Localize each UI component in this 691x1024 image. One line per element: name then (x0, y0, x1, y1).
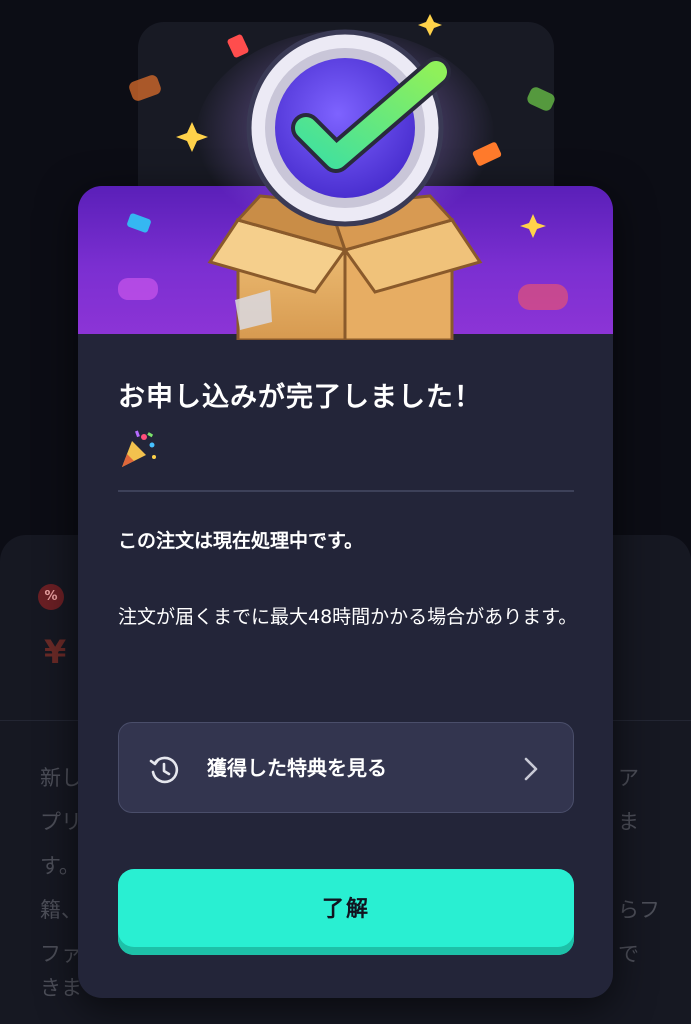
bg-text-line: 籍、 (40, 898, 82, 922)
dialog-body: お申し込みが完了しました！ この注文は現在処理中です。 注文が届くまでに最大48… (78, 334, 613, 998)
bg-text-line: らフ (618, 898, 660, 922)
delivery-notice-text: 注文が届くまでに最大48時間かかる場合があります。 (118, 606, 578, 628)
bg-text-line: ア (618, 766, 639, 790)
bg-text-line: 新し (40, 766, 82, 790)
bg-text-line: で (618, 942, 639, 966)
discount-icon: % (38, 584, 64, 610)
history-icon (149, 756, 179, 784)
view-benefits-label: 獲得した特典を見る (207, 756, 387, 780)
title-divider (118, 490, 574, 492)
ok-button-label: 了解 (321, 897, 370, 922)
chevron-right-icon (524, 757, 538, 781)
bg-text-line: きま (40, 976, 82, 1000)
screen: % ¥ 新し プリ す。 籍、 ファイ きま ア ま らフ で お申し込みが完了… (0, 0, 691, 1024)
background-price-prefix: ¥ (44, 633, 67, 671)
party-popper-icon (122, 430, 156, 467)
processing-status-text: この注文は現在処理中です。 (118, 530, 364, 552)
bg-text-line: プリ (40, 810, 82, 834)
dialog-title: お申し込みが完了しました！ (118, 382, 482, 413)
bg-text-line: す。 (40, 854, 80, 878)
view-benefits-button[interactable]: 獲得した特典を見る (118, 722, 574, 813)
ok-button[interactable]: 了解 (118, 869, 574, 955)
bg-text-line: ま (618, 810, 639, 834)
success-illustration (129, 14, 555, 340)
